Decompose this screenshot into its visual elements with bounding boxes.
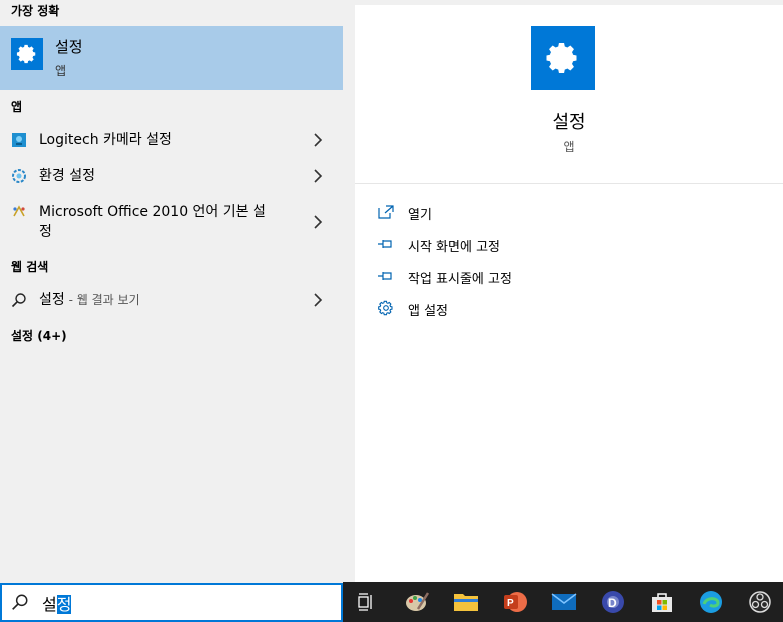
chevron-right-icon[interactable] — [312, 292, 324, 308]
best-match-item[interactable]: 설정 앱 — [0, 26, 343, 90]
search-results-panel: 가장 정확 설정 앱 앱 Logitech 카메라 설정 환경 설정 Micro… — [0, 0, 343, 582]
pin-icon — [377, 236, 395, 252]
logitech-camera-icon — [11, 132, 27, 148]
chevron-right-icon[interactable] — [312, 132, 324, 148]
taskbar: P D — [343, 582, 783, 622]
action-pin-taskbar[interactable]: 작업 표시줄에 고정 — [377, 266, 757, 288]
svg-text:D: D — [608, 596, 617, 610]
best-match-subtitle: 앱 — [55, 64, 67, 78]
web-search-query: 설정 — [39, 292, 65, 308]
search-icon — [11, 292, 27, 308]
apps-header: 앱 — [11, 100, 23, 114]
mail-icon[interactable] — [550, 588, 578, 616]
web-search-item[interactable]: 설정 - 웹 결과 보기 — [0, 288, 343, 312]
gear-icon — [377, 300, 395, 316]
web-search-suffix: - 웹 결과 보기 — [64, 293, 140, 307]
app-item-office-language[interactable]: Microsoft Office 2010 언어 기본 설 정 — [0, 200, 343, 244]
task-view-icon[interactable] — [352, 588, 380, 616]
web-search-label: 설정 - 웹 결과 보기 — [39, 290, 140, 310]
details-subtitle: 앱 — [563, 140, 575, 154]
best-match-title: 설정 — [55, 38, 83, 56]
action-label: 시작 화면에 고정 — [408, 240, 500, 255]
gear-cog-icon — [11, 168, 27, 184]
divider — [355, 183, 783, 184]
chevron-right-icon[interactable] — [312, 168, 324, 184]
action-pin-start[interactable]: 시작 화면에 고정 — [377, 234, 757, 256]
media-player-icon[interactable]: D — [599, 588, 627, 616]
app-item-logitech[interactable]: Logitech 카메라 설정 — [0, 128, 343, 152]
office-language-icon — [11, 204, 27, 220]
details-title: 설정 — [552, 112, 586, 133]
action-label: 열기 — [408, 208, 432, 223]
store-icon[interactable] — [648, 588, 676, 616]
app-item-preferences[interactable]: 환경 설정 — [0, 164, 343, 188]
file-explorer-icon[interactable] — [452, 588, 480, 616]
settings-gear-icon — [11, 38, 43, 70]
app-item-label-line2: 정 — [39, 224, 52, 240]
search-input[interactable]: 설정 — [42, 591, 72, 615]
paint-app-icon[interactable] — [403, 588, 431, 616]
web-search-header: 웹 검색 — [11, 260, 49, 274]
action-app-settings[interactable]: 앱 설정 — [377, 298, 757, 320]
search-selected-text: 정 — [56, 595, 72, 614]
action-label: 앱 설정 — [408, 304, 449, 319]
chevron-right-icon[interactable] — [312, 214, 324, 230]
settings-gear-icon — [531, 26, 595, 90]
best-match-header: 가장 정확 — [11, 4, 60, 18]
details-panel: 설정 앱 열기 시작 화면에 고정 작업 표시줄에 고정 앱 설정 — [355, 5, 783, 582]
pin-icon — [377, 268, 395, 284]
action-label: 작업 표시줄에 고정 — [408, 272, 512, 287]
svg-text:P: P — [507, 598, 514, 609]
app-item-label: 환경 설정 — [39, 168, 95, 184]
search-typed-text: 설 — [42, 595, 57, 614]
app-item-label-line1: Microsoft Office 2010 언어 기본 설 — [39, 204, 266, 220]
search-icon — [11, 593, 29, 611]
obs-icon[interactable] — [746, 588, 774, 616]
action-open[interactable]: 열기 — [377, 202, 757, 224]
edge-icon[interactable] — [697, 588, 725, 616]
open-icon — [377, 204, 395, 220]
search-box[interactable]: 설정 — [0, 583, 343, 622]
powerpoint-icon[interactable]: P — [501, 588, 529, 616]
app-item-label: Logitech 카메라 설정 — [39, 132, 172, 148]
settings-section-header[interactable]: 설정 (4+) — [11, 327, 67, 344]
